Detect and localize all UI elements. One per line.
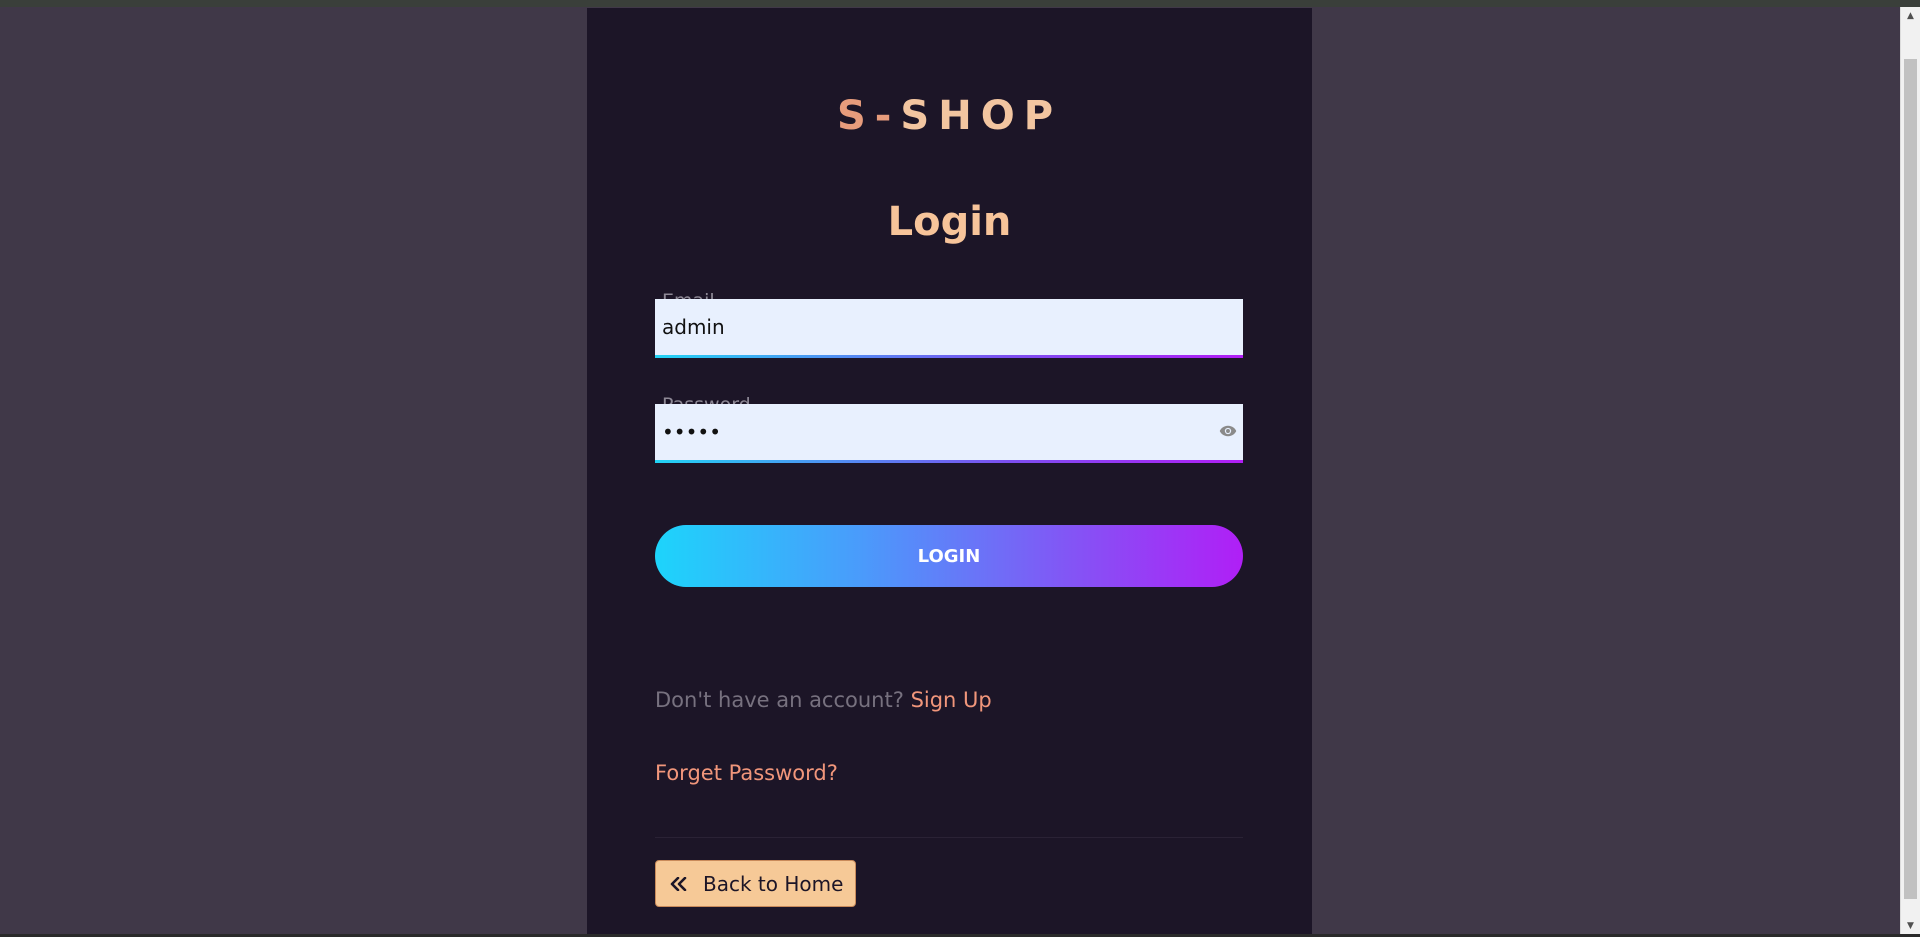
password-field[interactable]: [655, 404, 1243, 460]
divider: [655, 837, 1243, 838]
login-button[interactable]: LOGIN: [655, 525, 1243, 587]
logo-suffix: SHOP: [900, 93, 1063, 139]
brand-logo[interactable]: S-SHOP: [587, 90, 1312, 142]
forgot-password-link[interactable]: Forget Password?: [655, 761, 838, 785]
signup-link[interactable]: Sign Up: [911, 688, 992, 712]
vertical-scrollbar[interactable]: ▲ ▼: [1900, 7, 1920, 934]
page-title: Login: [887, 199, 1012, 245]
double-chevron-left-icon: [670, 876, 687, 891]
signup-row: Don't have an account? Sign Up: [655, 686, 992, 714]
chevron-up-icon[interactable]: ▲: [1901, 7, 1920, 24]
back-to-home-label: Back to Home: [703, 871, 844, 896]
eye-icon[interactable]: [1219, 424, 1237, 438]
browser-top-edge: [0, 0, 1920, 7]
email-field[interactable]: [655, 299, 1243, 355]
email-field-wrapper: [655, 299, 1243, 358]
forgot-password-row: Forget Password?: [655, 759, 838, 787]
scrollbar-thumb[interactable]: [1904, 59, 1917, 899]
chevron-down-icon[interactable]: ▼: [1901, 917, 1920, 934]
back-to-home-button[interactable]: Back to Home: [655, 860, 856, 907]
logo-prefix: S-: [836, 93, 901, 139]
no-account-text: Don't have an account?: [655, 688, 904, 712]
login-card: S-SHOP Login Email Password LOGIN Don't …: [587, 8, 1312, 937]
password-field-wrapper: [655, 404, 1243, 463]
